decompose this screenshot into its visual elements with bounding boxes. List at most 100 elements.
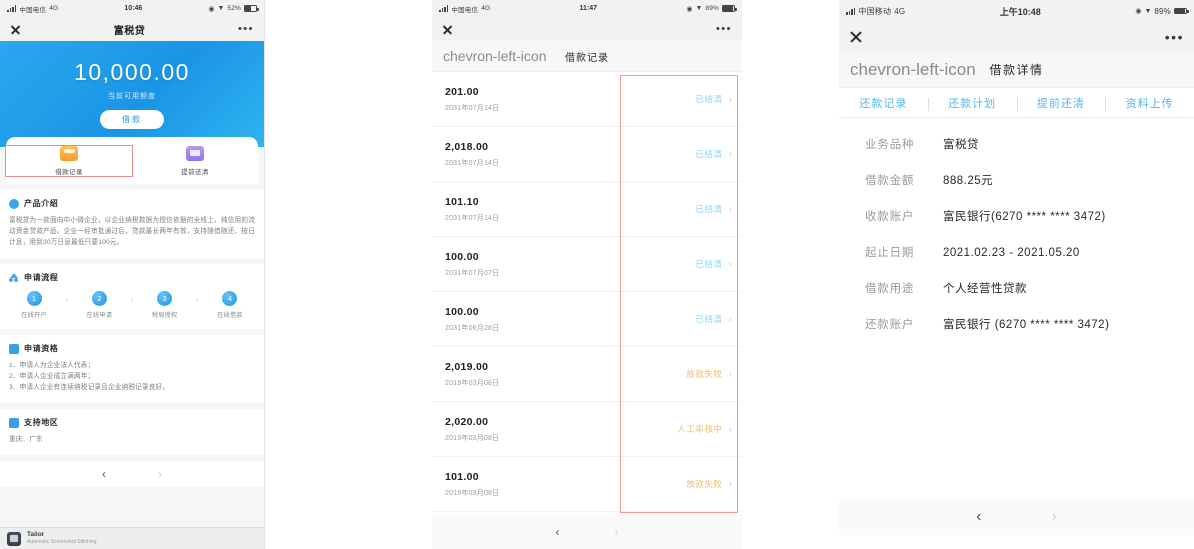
table-row[interactable]: 100.00 2031年06月28日 已结清 › xyxy=(432,292,742,347)
chevron-right-icon: › xyxy=(728,423,732,435)
middle-phone-screen: 中国电信 4G 11:47 ◉ ▼ 89% ••• chevron-left-i… xyxy=(432,0,742,549)
page-title: 借款记录 xyxy=(565,52,609,64)
tab-early-repay[interactable]: 提前还清 xyxy=(132,146,258,176)
detail-tabs: 还款记录 还款计划 提前还清 资料上传 xyxy=(839,88,1194,118)
battery-icon xyxy=(244,5,259,12)
pager-next-icon[interactable]: › xyxy=(1052,508,1057,526)
clock-label: 11:47 xyxy=(579,5,598,12)
battery-icon xyxy=(1174,7,1189,15)
detail-label: 业务品种 xyxy=(865,139,915,151)
available-amount-label: 当前可用额度 xyxy=(108,93,156,100)
carrier-label: 中国电信 xyxy=(19,6,47,14)
shield-icon: ▼ xyxy=(217,5,225,12)
detail-value: 888.25元 xyxy=(943,175,994,187)
row-date: 2019年03月08日 xyxy=(445,489,500,497)
table-row[interactable]: 101.00 2019年03月08日 放款失败 › xyxy=(432,457,742,512)
pager-next-icon[interactable]: › xyxy=(158,467,162,481)
step-number: 2 xyxy=(91,291,107,306)
status-badge: 放款失败 xyxy=(686,479,723,489)
tab-loan-records[interactable]: 借款记录 xyxy=(5,145,133,177)
tab-upload-materials[interactable]: 资料上传 xyxy=(1105,95,1194,111)
step-label: 在线开户 xyxy=(21,312,47,319)
detail-value: 富税贷 xyxy=(943,139,979,151)
table-row[interactable]: 101.10 2031年07月14日 已结清 › xyxy=(432,182,742,237)
detail-label: 起止日期 xyxy=(865,247,915,259)
row-status-group: 已结清 › xyxy=(695,258,732,270)
detail-row: 起止日期 2021.02.23 - 2021.05.20 xyxy=(865,244,1194,260)
chevron-right-icon: › xyxy=(728,93,732,105)
tab-repayment-plan[interactable]: 还款计划 xyxy=(927,95,1017,111)
table-row[interactable]: 2,018.00 2031年07月14日 已结清 › xyxy=(432,127,742,182)
flow-step: 2 在线申请 xyxy=(76,291,122,319)
row-amount: 101.00 xyxy=(445,470,479,483)
section-title: 申请流程 xyxy=(24,273,59,282)
pager-prev-icon[interactable]: ‹ xyxy=(102,467,106,481)
chevron-right-icon: › xyxy=(728,203,732,215)
table-row[interactable]: 100.00 2031年07月07日 已结清 › xyxy=(432,237,742,292)
flow-steps: 1 在线开户 › 2 在线申请 › 3 税局授权 › 4 在线借款 xyxy=(9,289,255,319)
tab-repayment-records[interactable]: 还款记录 xyxy=(839,95,928,111)
row-date: 2019年03月08日 xyxy=(445,379,500,387)
row-date: 2031年07月14日 xyxy=(445,159,500,167)
pager-prev-icon[interactable]: ‹ xyxy=(556,525,560,539)
chevron-right-icon: › xyxy=(728,368,732,380)
step-arrow-icon: › xyxy=(65,294,69,304)
detail-value: 富民银行 (6270 **** **** 3472) xyxy=(943,319,1110,331)
more-dots-icon[interactable]: ••• xyxy=(716,24,732,35)
status-badge: 已结清 xyxy=(695,94,723,104)
row-status-group: 已结清 › xyxy=(695,313,732,325)
flow-step: 3 税局授权 xyxy=(142,291,188,319)
table-row[interactable]: 2,020.00 2019年03月08日 人工审核中 › xyxy=(432,402,742,457)
row-amount: 101.10 xyxy=(445,195,479,208)
section-title: 产品介绍 xyxy=(24,199,59,208)
row-amount: 2,019.00 xyxy=(445,360,489,373)
loan-records-list: 201.00 2031年07月14日 已结清 › 2,018.00 2031年0… xyxy=(432,72,742,513)
doc-icon xyxy=(9,343,19,354)
signal-bars-icon xyxy=(439,5,449,12)
row-main: 101.00 2019年03月08日 xyxy=(445,471,499,498)
table-row[interactable]: 2,019.00 2019年03月08日 放款失败 › xyxy=(432,347,742,402)
pager-prev-icon[interactable]: ‹ xyxy=(976,508,981,526)
records-icon xyxy=(60,146,78,161)
section-qualification: 申请资格 1、申请人为企业法人代表； 2、申请人企业成立满两年； 3、申请人企业… xyxy=(0,335,264,403)
status-right: ◉ ▼ 89% xyxy=(1135,7,1189,16)
carrier-label: 中国移动 xyxy=(858,6,892,16)
carrier-label: 中国电信 xyxy=(451,6,479,14)
chevron-left-icon[interactable]: chevron-left-icon xyxy=(850,60,976,80)
tab-early-repay[interactable]: 提前还清 xyxy=(1016,95,1106,111)
location-icon: ◉ xyxy=(1135,8,1142,15)
pager-next-icon[interactable]: › xyxy=(615,525,619,539)
flow-step: 4 在线借款 xyxy=(207,291,253,319)
row-amount: 2,018.00 xyxy=(445,140,489,153)
spacer-left xyxy=(265,0,432,549)
shield-icon: ▼ xyxy=(1144,7,1152,15)
more-dots-icon[interactable]: ••• xyxy=(238,24,254,35)
detail-value: 2021.02.23 - 2021.05.20 xyxy=(943,247,1080,259)
status-right: ◉ ▼ 52% xyxy=(208,5,259,13)
chevron-left-icon[interactable]: chevron-left-icon xyxy=(443,48,547,64)
step-arrow-icon: › xyxy=(130,294,134,304)
more-dots-icon[interactable]: ••• xyxy=(1165,30,1184,44)
status-badge: 放款失败 xyxy=(686,369,723,379)
table-row[interactable]: 201.00 2031年07月14日 已结清 › xyxy=(432,72,742,127)
row-main: 101.10 2031年07月14日 xyxy=(445,196,499,223)
row-main: 201.00 2031年07月14日 xyxy=(445,86,499,113)
middle-wechat-bar: ••• xyxy=(432,17,742,41)
middle-status-bar: 中国电信 4G 11:47 ◉ ▼ 89% xyxy=(432,0,742,17)
flow-step: 1 在线开户 xyxy=(11,291,57,319)
close-icon[interactable] xyxy=(10,24,21,35)
step-number: 1 xyxy=(26,291,42,306)
detail-row: 收款账户 富民银行(6270 **** **** 3472) xyxy=(865,208,1194,224)
close-icon[interactable] xyxy=(442,24,453,35)
right-phone-screen: 中国移动 4G 上午10:48 ◉ ▼ 89% ••• chevron-left… xyxy=(839,0,1194,549)
borrow-button[interactable]: 借款 xyxy=(100,110,164,129)
left-wechat-bar: 富税贷 ••• xyxy=(0,17,264,41)
step-label: 在线借款 xyxy=(217,312,243,319)
tab-loan-records-label: 借款记录 xyxy=(55,169,83,176)
flow-icon xyxy=(9,272,19,283)
detail-value: 个人经营性贷款 xyxy=(943,283,1027,295)
status-badge: 人工审核中 xyxy=(677,424,723,434)
close-icon[interactable] xyxy=(849,30,863,44)
right-status-bar: 中国移动 4G 上午10:48 ◉ ▼ 89% xyxy=(839,0,1194,22)
chevron-right-icon: › xyxy=(728,478,732,490)
